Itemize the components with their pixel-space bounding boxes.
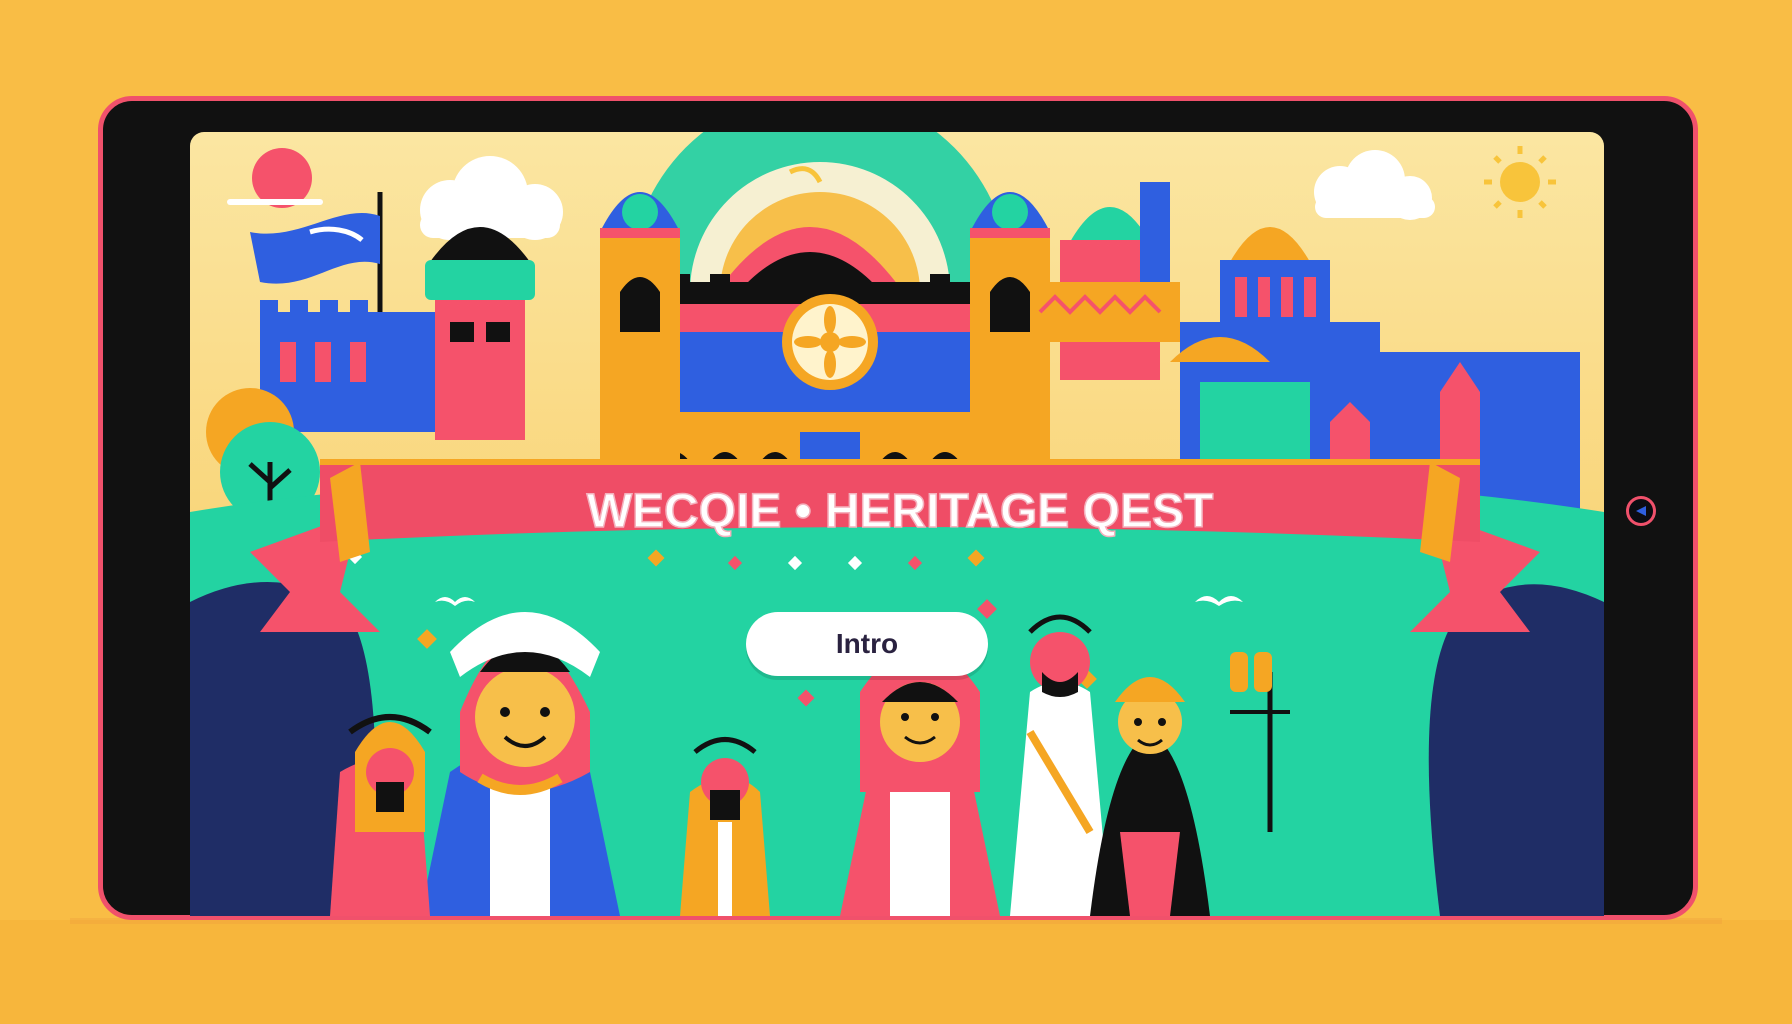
device-home-button[interactable]	[1626, 496, 1656, 526]
intro-button[interactable]: Intro	[746, 612, 988, 676]
game-screen: WECQIE • HERITAGE QEST Intro	[190, 132, 1604, 916]
character-girl	[840, 647, 1000, 916]
game-illustration: WECQIE • HERITAGE QEST	[190, 132, 1604, 916]
game-title: WECQIE • HERITAGE QEST	[587, 485, 1214, 538]
play-triangle-icon	[1636, 506, 1646, 516]
